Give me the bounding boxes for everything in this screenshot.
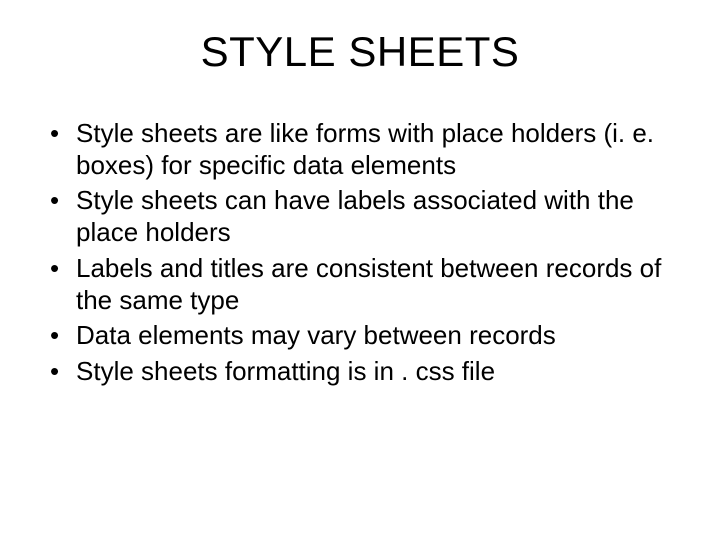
bullet-list: Style sheets are like forms with place h… bbox=[36, 118, 684, 388]
bullet-item: Labels and titles are consistent between… bbox=[46, 253, 674, 316]
bullet-item: Style sheets are like forms with place h… bbox=[46, 118, 674, 181]
slide: STYLE SHEETS Style sheets are like forms… bbox=[0, 0, 720, 540]
bullet-item: Data elements may vary between records bbox=[46, 320, 674, 352]
bullet-item: Style sheets formatting is in . css file bbox=[46, 356, 674, 388]
slide-title: STYLE SHEETS bbox=[36, 28, 684, 76]
bullet-item: Style sheets can have labels associated … bbox=[46, 185, 674, 248]
